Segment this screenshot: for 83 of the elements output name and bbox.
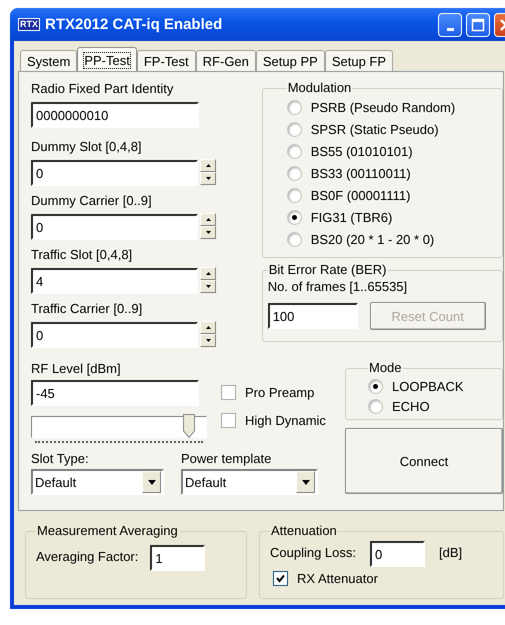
field-label: Dummy Carrier [0..9] (31, 192, 153, 210)
tab[interactable]: Setup PP (256, 50, 325, 71)
up-arrow-icon (206, 272, 210, 275)
group-title: Measurement Averaging (36, 523, 179, 539)
option-label: BS0F (00001111) (310, 188, 410, 202)
field-label: Coupling Loss: (270, 544, 356, 562)
input-field[interactable]: 0 (370, 541, 425, 567)
maximize-icon (471, 18, 485, 32)
option-label: BS55 (01010101) (310, 144, 413, 158)
radio-button[interactable] (286, 166, 302, 180)
input-field[interactable]: 0 (31, 160, 198, 186)
checkbox[interactable] (221, 384, 236, 400)
tab[interactable]: System (20, 50, 78, 71)
option-label: BS33 (00110011) (310, 166, 411, 180)
radio-button[interactable] (368, 398, 383, 414)
field-label: Traffic Carrier [0..9] (31, 300, 144, 318)
checkbox[interactable] (221, 412, 236, 428)
spin-up-button[interactable] (200, 159, 216, 172)
option-label: BS20 (20 * 1 - 20 * 0) (310, 232, 434, 246)
app-icon: RTX (18, 18, 40, 31)
spin-down-button[interactable] (200, 334, 216, 347)
input-field[interactable]: 100 (268, 303, 358, 329)
group-title: Attenuation (270, 523, 338, 539)
unit-label: [dB] (439, 544, 462, 562)
window-title: RTX2012 CAT-iq Enabled (45, 16, 224, 33)
field-label: Dummy Slot [0,4,8] (31, 138, 143, 156)
tab[interactable]: Setup FP (324, 50, 394, 71)
minimize-button[interactable] (438, 12, 462, 36)
field-label: Averaging Factor: (36, 548, 138, 566)
up-arrow-icon (206, 164, 210, 167)
spin-up-button[interactable] (200, 213, 216, 226)
dropdown[interactable]: Default (181, 469, 318, 495)
tab[interactable]: RF-Gen (196, 50, 256, 71)
input-field[interactable]: 1 (150, 545, 206, 571)
radio-button[interactable] (368, 378, 383, 394)
input-field[interactable]: 0000000010 (31, 102, 199, 128)
group-title: Modulation (286, 80, 352, 96)
slider-thumb[interactable] (183, 414, 196, 438)
maximize-button[interactable] (466, 12, 490, 36)
checkbox-label: High Dynamic (245, 412, 326, 428)
down-arrow-icon (206, 285, 210, 288)
down-arrow-icon (206, 231, 210, 234)
spin-up-button[interactable] (200, 267, 216, 280)
field-label: Traffic Slot [0,4,8] (31, 246, 134, 264)
checkbox-label: RX Attenuator (297, 570, 378, 586)
up-arrow-icon (206, 326, 210, 329)
spin-up-button[interactable] (200, 321, 216, 334)
field-label: Power template (181, 450, 272, 468)
radio-button[interactable] (286, 144, 302, 158)
checkbox-label: Pro Preamp (245, 384, 314, 400)
check-icon (276, 574, 285, 582)
minimize-icon (446, 28, 454, 31)
option-label: LOOPBACK (392, 378, 464, 394)
up-arrow-icon (206, 218, 210, 221)
radio-button[interactable] (286, 232, 302, 246)
checkbox[interactable] (273, 570, 288, 586)
option-label: FIG31 (TBR6) (310, 210, 392, 224)
option-label: SPSR (Static Pseudo) (310, 122, 439, 136)
field-label: Radio Fixed Part Identity (31, 80, 174, 98)
field-label: RF Level [dBm] (31, 360, 122, 378)
dropdown[interactable]: Default (31, 469, 164, 495)
option-label: ECHO (392, 398, 430, 414)
option-label: PSRB (Pseudo Random) (310, 100, 456, 114)
tab[interactable]: FP-Test (136, 50, 196, 71)
down-arrow-icon (206, 177, 210, 180)
input-field[interactable]: 0 (31, 322, 198, 348)
input-field[interactable]: 4 (31, 268, 198, 294)
radio-button[interactable] (286, 188, 302, 202)
spin-down-button[interactable] (200, 280, 216, 293)
connect-button[interactable]: Connect (345, 428, 503, 494)
group-title: Mode (368, 360, 403, 376)
radio-button[interactable] (286, 100, 302, 114)
field-label: No. of frames [1..65535] (268, 279, 408, 294)
radio-button[interactable] (286, 122, 302, 136)
group-title: Bit Error Rate (BER) (268, 262, 388, 278)
down-arrow-icon (206, 339, 210, 342)
input-field[interactable]: 0 (31, 214, 198, 240)
input-field[interactable]: -45 (31, 380, 199, 406)
tab[interactable]: PP-Test (77, 47, 137, 71)
radio-button[interactable] (286, 210, 302, 224)
spin-down-button[interactable] (200, 172, 216, 185)
field-label: Slot Type: (31, 450, 90, 468)
spin-down-button[interactable] (200, 226, 216, 239)
